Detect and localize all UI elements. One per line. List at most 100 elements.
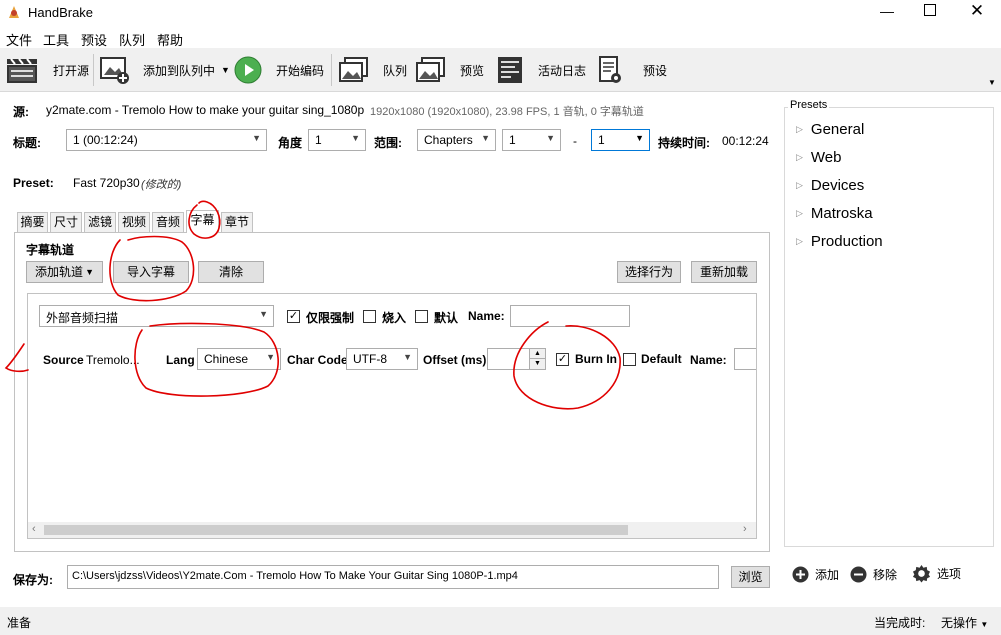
queue-images-icon [337, 55, 369, 85]
presets-button[interactable]: 预设 [597, 48, 667, 92]
preview-label: 预览 [460, 63, 485, 78]
import-subtitles-button[interactable]: 导入字幕 [113, 261, 189, 283]
scroll-left-icon[interactable]: ‹ [32, 523, 36, 535]
row-default-checkbox[interactable] [623, 353, 636, 366]
reload-button[interactable]: 重新加载 [691, 261, 757, 283]
plus-circle-icon [792, 566, 809, 583]
tab-subtitles-label: 字幕 [190, 213, 215, 227]
preset-group-devices[interactable]: ▷ Devices [796, 177, 864, 194]
chevron-right-icon: ▷ [796, 152, 803, 162]
tab-video[interactable]: 视频 [118, 212, 150, 232]
title-bar: HandBrake — ✕ [0, 0, 1001, 26]
maximize-icon[interactable] [924, 4, 936, 16]
angle-select[interactable]: 1 ▼ [308, 129, 366, 151]
chevron-down-icon: ▼ [546, 133, 555, 143]
start-encode-button[interactable]: 开始编码 [234, 48, 324, 92]
preset-group-matroska[interactable]: ▷ Matroska [796, 205, 873, 222]
preset-group-label: Devices [810, 177, 865, 194]
select-behavior-button[interactable]: 选择行为 [617, 261, 681, 283]
preset-remove-button[interactable]: 移除 [850, 566, 897, 583]
when-done-dropdown[interactable]: 无操作 ▼ [941, 614, 988, 631]
range-type-select[interactable]: Chapters ▼ [417, 129, 496, 151]
scroll-right-icon[interactable]: › [743, 523, 747, 535]
menu-queue[interactable]: 队列 [119, 30, 145, 49]
clear-button[interactable]: 清除 [198, 261, 264, 283]
range-end-select[interactable]: 1 ▼ [591, 129, 650, 151]
import-subtitles-label: 导入字幕 [126, 265, 175, 279]
forced-only-checkbox[interactable]: ✓ [287, 310, 300, 323]
burn-checkbox[interactable] [363, 310, 376, 323]
scrollbar-thumb[interactable] [44, 525, 628, 535]
preset-group-production[interactable]: ▷ Production [796, 233, 883, 250]
preview-button[interactable]: 预览 [414, 48, 484, 92]
tab-filters[interactable]: 滤镜 [84, 212, 116, 232]
chevron-down-icon: ▼ [635, 133, 644, 143]
activity-log-button[interactable]: 活动日志 [496, 48, 586, 92]
tab-subtitles[interactable]: 字幕 [186, 210, 219, 233]
toolbar-overflow-icon[interactable]: ▼ [988, 78, 996, 87]
add-track-button[interactable]: 添加轨道 ▼ [26, 261, 103, 283]
preset-add-label: 添加 [815, 568, 840, 582]
title-label: 标题: [13, 136, 41, 150]
row-default-label: Default [641, 352, 682, 366]
presets-panel [784, 107, 994, 547]
stepper-down-icon[interactable]: ▼ [530, 359, 545, 369]
menu-file[interactable]: 文件 [6, 30, 32, 49]
tab-dimensions[interactable]: 尺寸 [50, 212, 82, 232]
track-source-value: 外部音频扫描 [46, 311, 119, 325]
menu-tools[interactable]: 工具 [43, 30, 69, 49]
stepper-up-icon[interactable]: ▲ [530, 349, 545, 359]
chevron-down-icon[interactable]: ▼ [221, 65, 230, 75]
offset-input[interactable] [487, 348, 530, 370]
offset-stepper[interactable]: ▲ ▼ [529, 348, 546, 370]
tab-audio-label: 音频 [155, 215, 180, 229]
menu-presets[interactable]: 预设 [81, 30, 107, 49]
toolbar-separator [93, 54, 94, 86]
queue-button[interactable]: 队列 [337, 48, 407, 92]
browse-button[interactable]: 浏览 [731, 566, 770, 588]
title-select[interactable]: 1 (00:12:24) ▼ [66, 129, 267, 151]
range-start-select[interactable]: 1 ▼ [502, 129, 561, 151]
track-source-select[interactable]: 外部音频扫描 ▼ [39, 305, 274, 327]
reload-label: 重新加载 [699, 265, 748, 279]
preset-group-web[interactable]: ▷ Web [796, 149, 842, 166]
presets-label: 预设 [643, 63, 668, 78]
add-to-queue-button[interactable]: 添加到队列中 ▼ [99, 48, 230, 92]
close-icon[interactable]: ✕ [968, 1, 986, 20]
status-text: 准备 [7, 616, 32, 630]
preset-group-label: Matroska [810, 205, 873, 222]
preset-label: Preset: [13, 176, 54, 190]
preset-add-button[interactable]: 添加 [792, 566, 839, 583]
chevron-down-icon: ▼ [481, 133, 490, 143]
tab-chapters[interactable]: 章节 [221, 212, 253, 232]
chevron-down-icon: ▼ [980, 620, 989, 629]
lang-label: Lang [166, 353, 195, 367]
preset-group-label: Web [810, 149, 842, 166]
burn-in-label: Burn In [575, 352, 617, 366]
preset-modified: (修改的) [141, 179, 182, 191]
charcode-select[interactable]: UTF-8 ▼ [346, 348, 418, 370]
add-to-queue-label: 添加到队列中 [143, 63, 216, 78]
row-name-label: Name: [690, 353, 727, 367]
track-name-input[interactable] [510, 305, 630, 327]
preset-group-general[interactable]: ▷ General [796, 121, 864, 138]
row-name-input[interactable] [734, 348, 756, 370]
row-source-label: Source [43, 353, 84, 367]
add-track-label: 添加轨道 [35, 265, 84, 279]
chevron-down-icon: ▼ [252, 133, 261, 143]
save-path-input[interactable]: C:\Users\jdzss\Videos\Y2mate.Com - Tremo… [67, 565, 719, 589]
default-checkbox[interactable] [415, 310, 428, 323]
tab-summary[interactable]: 摘要 [17, 212, 48, 232]
menu-help[interactable]: 帮助 [157, 30, 183, 49]
minus-circle-icon [850, 566, 867, 583]
burn-in-checkbox[interactable]: ✓ [556, 353, 569, 366]
minimize-icon[interactable]: — [878, 3, 896, 21]
tab-audio[interactable]: 音频 [152, 212, 184, 232]
horizontal-scrollbar[interactable]: ‹ › [28, 522, 756, 538]
preset-options-button[interactable]: 选项 [912, 564, 961, 583]
range-label: 范围: [374, 136, 402, 150]
lang-select[interactable]: Chinese ▼ [197, 348, 281, 370]
range-dash: - [573, 134, 577, 148]
open-source-button[interactable]: 打开源 [5, 48, 89, 92]
chevron-down-icon: ▼ [351, 133, 360, 143]
